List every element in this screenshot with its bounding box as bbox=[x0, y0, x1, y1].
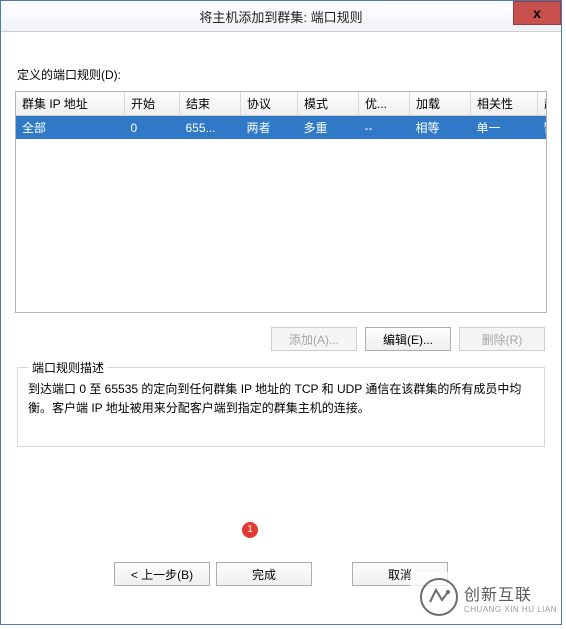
table-cell: 655... bbox=[180, 116, 241, 140]
col-header[interactable]: 模式 bbox=[298, 92, 359, 116]
table-row[interactable]: 全部0655...两者多重--相等单一暂缺 bbox=[16, 116, 547, 140]
table-cell: 全部 bbox=[16, 116, 125, 140]
remove-button[interactable]: 删除(R) bbox=[459, 327, 545, 351]
table-cell: 多重 bbox=[298, 116, 359, 140]
add-button[interactable]: 添加(A)... bbox=[271, 327, 357, 351]
finish-button[interactable]: 完成 bbox=[216, 562, 312, 586]
edit-button[interactable]: 编辑(E)... bbox=[365, 327, 451, 351]
close-icon: x bbox=[533, 6, 541, 20]
watermark: 创新互联 CHUANG XIN HU LIAN bbox=[410, 572, 561, 622]
watermark-logo-icon bbox=[420, 578, 458, 616]
col-header[interactable]: 超时 bbox=[538, 92, 548, 116]
table-cell: 暂缺 bbox=[538, 116, 548, 140]
col-header[interactable]: 相关性 bbox=[471, 92, 538, 116]
table-cell: 0 bbox=[125, 116, 180, 140]
watermark-cn: 创新互联 bbox=[464, 581, 557, 605]
col-header[interactable]: 群集 IP 地址 bbox=[16, 92, 125, 116]
content-area: 定义的端口规则(D): 群集 IP 地址开始结束协议模式优...加载相关性超时 … bbox=[1, 32, 561, 447]
col-header[interactable]: 开始 bbox=[125, 92, 180, 116]
table-cell: 相等 bbox=[410, 116, 471, 140]
close-button[interactable]: x bbox=[513, 1, 561, 25]
rules-table-container: 群集 IP 地址开始结束协议模式优...加载相关性超时 全部0655...两者多… bbox=[15, 91, 547, 313]
col-header[interactable]: 加载 bbox=[410, 92, 471, 116]
watermark-text: 创新互联 CHUANG XIN HU LIAN bbox=[464, 581, 557, 614]
watermark-py: CHUANG XIN HU LIAN bbox=[464, 605, 557, 614]
titlebar: 将主机添加到群集: 端口规则 x bbox=[1, 1, 561, 32]
col-header[interactable]: 优... bbox=[359, 92, 410, 116]
table-cell: -- bbox=[359, 116, 410, 140]
back-button[interactable]: < 上一步(B) bbox=[114, 562, 210, 586]
rule-buttons-row: 添加(A)... 编辑(E)... 删除(R) bbox=[15, 327, 545, 351]
rules-table[interactable]: 群集 IP 地址开始结束协议模式优...加载相关性超时 全部0655...两者多… bbox=[16, 92, 547, 139]
col-header[interactable]: 协议 bbox=[241, 92, 298, 116]
rules-label: 定义的端口规则(D): bbox=[17, 66, 547, 83]
col-header[interactable]: 结束 bbox=[180, 92, 241, 116]
step-badge: 1 bbox=[242, 522, 258, 538]
groupbox-legend: 端口规则描述 bbox=[28, 359, 108, 376]
description-groupbox: 端口规则描述 到达端口 0 至 65535 的定向到任何群集 IP 地址的 TC… bbox=[17, 367, 545, 447]
window-title: 将主机添加到群集: 端口规则 bbox=[199, 7, 362, 26]
groupbox-description: 到达端口 0 至 65535 的定向到任何群集 IP 地址的 TCP 和 UDP… bbox=[28, 380, 534, 418]
table-cell: 单一 bbox=[471, 116, 538, 140]
table-cell: 两者 bbox=[241, 116, 298, 140]
dialog-window: 将主机添加到群集: 端口规则 x 定义的端口规则(D): 群集 IP 地址开始结… bbox=[0, 0, 562, 625]
